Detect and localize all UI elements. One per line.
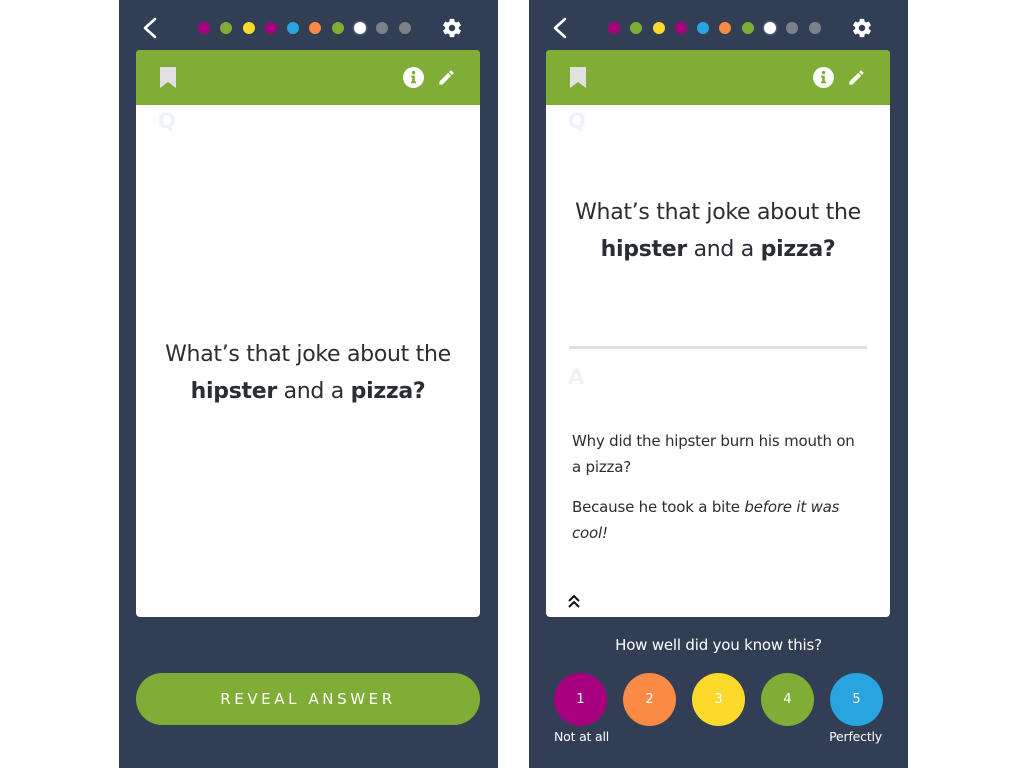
progress-dot-8[interactable] (764, 22, 777, 34)
rating-button-4[interactable]: 4 (761, 673, 814, 726)
rating-button-1[interactable]: 1 (554, 673, 607, 726)
flashcard-screen-answer: Q What’s that joke about the hipster and… (529, 0, 908, 768)
question-line-1: What’s that joke about the (575, 200, 861, 225)
progress-dot-2[interactable] (220, 22, 233, 34)
bookmark-icon[interactable] (570, 67, 586, 88)
gear-icon (853, 18, 871, 38)
progress-dot-5[interactable] (697, 22, 710, 34)
progress-dot-10[interactable] (398, 22, 411, 34)
pencil-icon[interactable] (437, 68, 456, 87)
gear-icon (443, 18, 461, 38)
flashcard-screen-question: Q What’s that joke about the hipster and… (119, 0, 498, 768)
reveal-answer-button[interactable]: REVEAL ANSWER (136, 673, 480, 725)
flashcard: Q What’s that joke about the hipster and… (546, 50, 890, 617)
question-answer-divider (569, 346, 867, 349)
progress-dot-4[interactable] (674, 22, 687, 34)
answer-text: Why did the hipster burn his mouth on a … (572, 428, 866, 560)
progress-dot-7[interactable] (331, 22, 344, 34)
question-keyword-1: hipster (190, 379, 278, 404)
double-chevron-up-icon[interactable] (566, 593, 582, 609)
question-text: What’s that joke about the hipster and a… (546, 194, 890, 268)
info-icon[interactable] (813, 67, 834, 88)
question-line-1: What’s that joke about the (165, 342, 451, 367)
rating-button-3[interactable]: 3 (692, 673, 745, 726)
rating-prompt: How well did you know this? (615, 636, 822, 654)
flashcard: Q What’s that joke about the hipster and… (136, 50, 480, 617)
question-keyword-1: hipster (600, 237, 688, 262)
progress-dot-1[interactable] (198, 22, 210, 34)
progress-dot-3[interactable] (242, 22, 255, 34)
question-keyword-2: pizza? (760, 237, 836, 262)
progress-dot-2[interactable] (630, 22, 643, 34)
question-marker: Q (158, 109, 176, 133)
back-button[interactable] (139, 16, 161, 40)
progress-dot-5[interactable] (287, 22, 300, 34)
top-bar (529, 10, 908, 46)
answer-line-2: Because he took a bite before it was coo… (572, 494, 866, 546)
answer-marker: A (568, 365, 585, 389)
rating-low-label: Not at all (554, 729, 610, 744)
progress-dots (198, 22, 421, 34)
rating-high-label: Perfectly (829, 729, 882, 744)
progress-dots (608, 22, 831, 34)
back-button[interactable] (549, 16, 571, 40)
question-keyword-2: pizza? (350, 379, 426, 404)
chevron-left-icon (143, 17, 157, 39)
question-line-2: hipster and a pizza? (136, 373, 480, 410)
progress-dot-3[interactable] (652, 22, 665, 34)
progress-dot-9[interactable] (376, 22, 389, 34)
pencil-icon[interactable] (847, 68, 866, 87)
progress-dot-10[interactable] (808, 22, 821, 34)
progress-dot-4[interactable] (264, 22, 277, 34)
top-bar (119, 10, 498, 46)
rating-button-2[interactable]: 2 (623, 673, 676, 726)
question-connector: and a (276, 379, 351, 404)
card-header (136, 50, 480, 105)
settings-button[interactable] (441, 17, 463, 39)
card-header (546, 50, 890, 105)
settings-button[interactable] (851, 17, 873, 39)
question-marker: Q (568, 109, 586, 133)
question-line-2: hipster and a pizza? (546, 231, 890, 268)
chevron-left-icon (553, 17, 567, 39)
info-icon[interactable] (403, 67, 424, 88)
answer-line-1: Why did the hipster burn his mouth on a … (572, 432, 855, 476)
progress-dot-7[interactable] (741, 22, 754, 34)
progress-dot-6[interactable] (309, 22, 322, 34)
progress-dot-9[interactable] (786, 22, 799, 34)
progress-dot-8[interactable] (354, 22, 367, 34)
progress-dot-1[interactable] (608, 22, 620, 34)
question-text: What’s that joke about the hipster and a… (136, 336, 480, 410)
rating-button-5[interactable]: 5 (830, 673, 883, 726)
bookmark-icon[interactable] (160, 67, 176, 88)
question-connector: and a (686, 237, 761, 262)
answer-punchline-plain: Because he took a bite (572, 498, 745, 516)
progress-dot-6[interactable] (719, 22, 732, 34)
rating-options: 1 2 3 4 5 (554, 673, 884, 727)
